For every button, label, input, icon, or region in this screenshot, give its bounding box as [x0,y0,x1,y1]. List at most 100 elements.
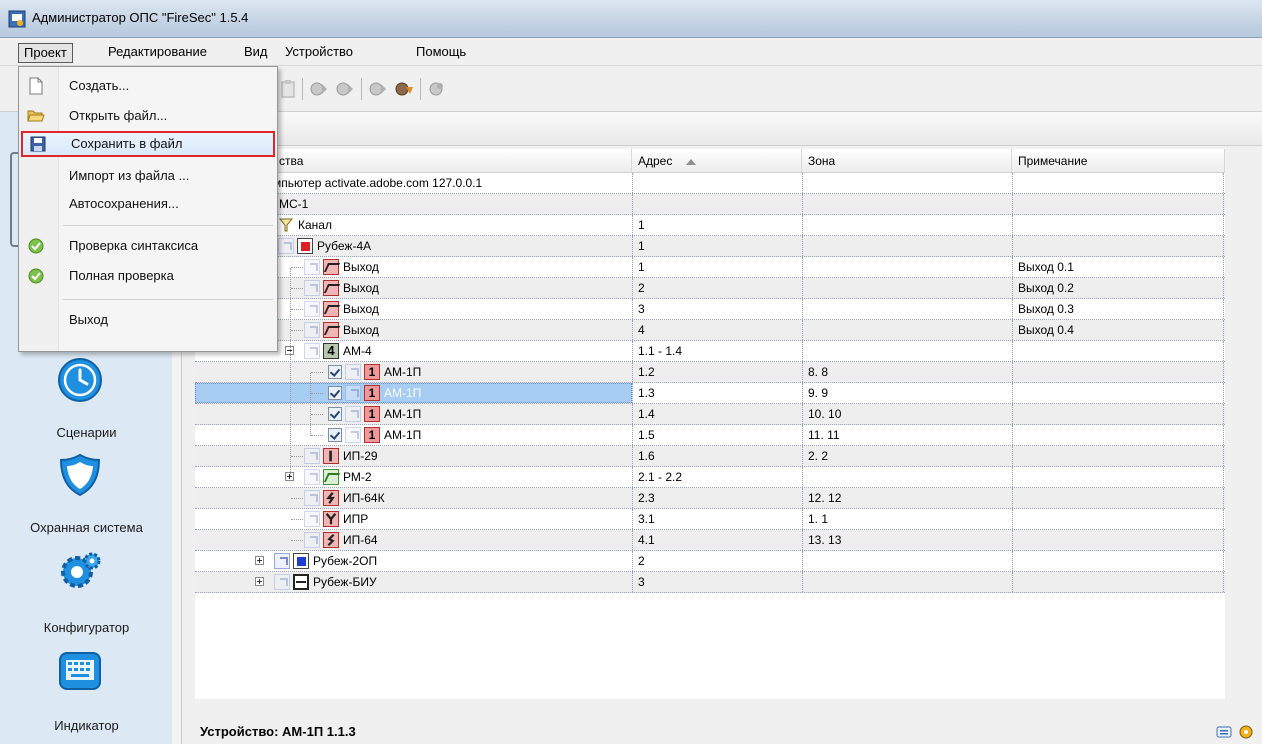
checkbox-checked[interactable] [328,428,342,442]
table-row[interactable]: ИПР 3.1 1. 1 [195,509,1225,530]
table-row[interactable]: мпьютер activate.adobe.com 127.0.0.1 [195,173,1225,194]
device-name: Выход [343,323,379,337]
device-add-icon[interactable] [308,78,330,100]
device-name: Рубеж-4А [317,239,372,253]
menu-device[interactable]: Устройство [280,43,358,63]
menu-item-label: Выход [69,312,108,327]
cell-address: 1 [638,260,645,274]
column-header-note[interactable]: Примечание [1012,149,1225,173]
device-name: мпьютер activate.adobe.com 127.0.0.1 [273,176,483,190]
link-icon [304,280,320,296]
device-move-icon[interactable] [367,78,389,100]
table-row[interactable]: ИП-64К 2.3 12. 12 [195,488,1225,509]
table-row[interactable]: 4 АМ-4 1.1 - 1.4 [195,341,1225,362]
menu-item-label: Сохранить в файл [71,136,183,151]
panel-header: за [182,112,1262,146]
toolbar-separator [361,78,362,100]
tree-expand-toggle[interactable] [255,577,264,586]
toolbar-separator [302,78,303,100]
table-row[interactable]: Выход 1 Выход 0.1 [195,257,1225,278]
checkbox-checked[interactable] [328,365,342,379]
device-write-icon[interactable] [393,78,415,100]
tree-guide-line [290,268,291,476]
device-name: АМ-4 [343,344,372,358]
tree-expand-toggle[interactable] [255,556,264,565]
menu-item-open-file[interactable]: Открыть файл... [19,103,277,129]
gears-icon [61,552,101,588]
app-icon [8,10,26,28]
column-header-label: Примечание [1018,154,1088,168]
cell-address: 3 [638,575,645,589]
cell-note: Выход 0.2 [1018,281,1074,295]
table-row[interactable]: 1 АМ-1П 1.4 10. 10 [195,404,1225,425]
settings-icon[interactable] [1238,724,1254,740]
link-icon [274,574,290,590]
link-icon [304,301,320,317]
column-header-label: Зона [808,154,836,168]
link-icon [304,259,320,275]
link-icon [274,553,290,569]
table-row[interactable]: ИП-64 4.1 13. 13 [195,530,1225,551]
output-icon [323,322,339,338]
column-header-address[interactable]: Адрес [632,149,802,173]
device-name: АМ-1П [384,365,422,379]
link-icon [304,343,320,359]
menu-item-label: Проверка синтаксиса [69,238,199,253]
table-row[interactable]: Рубеж-БИУ 3 [195,572,1225,593]
table-row[interactable]: Рубеж-2ОП 2 [195,551,1225,572]
sidebar-item-security[interactable]: Охранная система [0,452,173,552]
device-name: Рубеж-2ОП [313,554,378,568]
table-row[interactable]: Канал 1 [195,215,1225,236]
sidebar-item-configurator[interactable]: Конфигуратор [0,550,173,650]
table-row[interactable]: МС-1 [195,194,1225,215]
menu-item-exit[interactable]: Выход [19,307,277,333]
menu-view[interactable]: Вид [239,43,273,63]
cell-address: 1.5 [638,428,655,442]
column-header-zone[interactable]: Зона [802,149,1012,173]
menu-item-autosave[interactable]: Автосохранения... [19,191,277,217]
paste-icon[interactable] [277,78,299,100]
menu-item-full-check[interactable]: Полная проверка [19,263,277,289]
device-name: Выход [343,260,379,274]
table-row[interactable]: 1 АМ-1П 1.2 8. 8 [195,362,1225,383]
sidebar-item-scenarios[interactable]: Сценарии [0,357,173,457]
cell-address: 2.1 - 2.2 [638,470,683,484]
menu-bar: Проект Редактирование Вид Устройство Пом… [0,38,1262,66]
menu-project[interactable]: Проект [18,43,73,63]
checkbox-checked[interactable] [328,386,342,400]
menu-item-save-to-file[interactable]: Сохранить в файл [21,131,275,157]
table-row[interactable]: Рубеж-4А 1 [195,236,1225,257]
table-row[interactable]: 1 АМ-1П 1.5 11. 11 [195,425,1225,446]
table-row[interactable]: Выход 2 Выход 0.2 [195,278,1225,299]
menu-item-create[interactable]: Создать... [19,73,277,99]
device-name: ИП-29 [343,449,378,463]
checkbox-checked[interactable] [328,407,342,421]
link-icon [345,364,361,380]
device-copy-icon[interactable] [334,78,356,100]
link-icon [304,490,320,506]
menu-item-syntax-check[interactable]: Проверка синтаксиса [19,233,277,259]
cell-address: 1.1 - 1.4 [638,344,683,358]
list-view-icon[interactable] [1216,724,1232,740]
device-read-icon[interactable] [426,78,448,100]
device-rubezh-icon [297,238,313,254]
table-row[interactable]: Выход 3 Выход 0.3 [195,299,1225,320]
table-row-selected[interactable]: 1 АМ-1П 1.3 9. 9 [195,383,1225,404]
device-tree-grid: ства Адрес Зона Примечание мпьютер activ… [195,149,1225,699]
keyboard-icon [59,652,101,690]
menu-help[interactable]: Помощь [411,43,471,63]
link-icon [304,532,320,548]
table-row[interactable]: ИП-29 1.6 2. 2 [195,446,1225,467]
device-rubezh-2op-icon [293,553,309,569]
cell-zone: 10. 10 [808,407,842,421]
table-row[interactable]: Выход 4 Выход 0.4 [195,320,1225,341]
menu-edit[interactable]: Редактирование [103,43,212,63]
menu-item-import[interactable]: Импорт из файла ... [19,163,277,189]
sort-ascending-icon [686,158,697,165]
new-file-icon [29,77,43,95]
device-name: Выход [343,302,379,316]
cell-note: Выход 0.1 [1018,260,1074,274]
sidebar-item-indicator[interactable]: Индикатор [0,648,173,744]
device-name: МС-1 [279,197,309,211]
table-row[interactable]: РМ-2 2.1 - 2.2 [195,467,1225,488]
